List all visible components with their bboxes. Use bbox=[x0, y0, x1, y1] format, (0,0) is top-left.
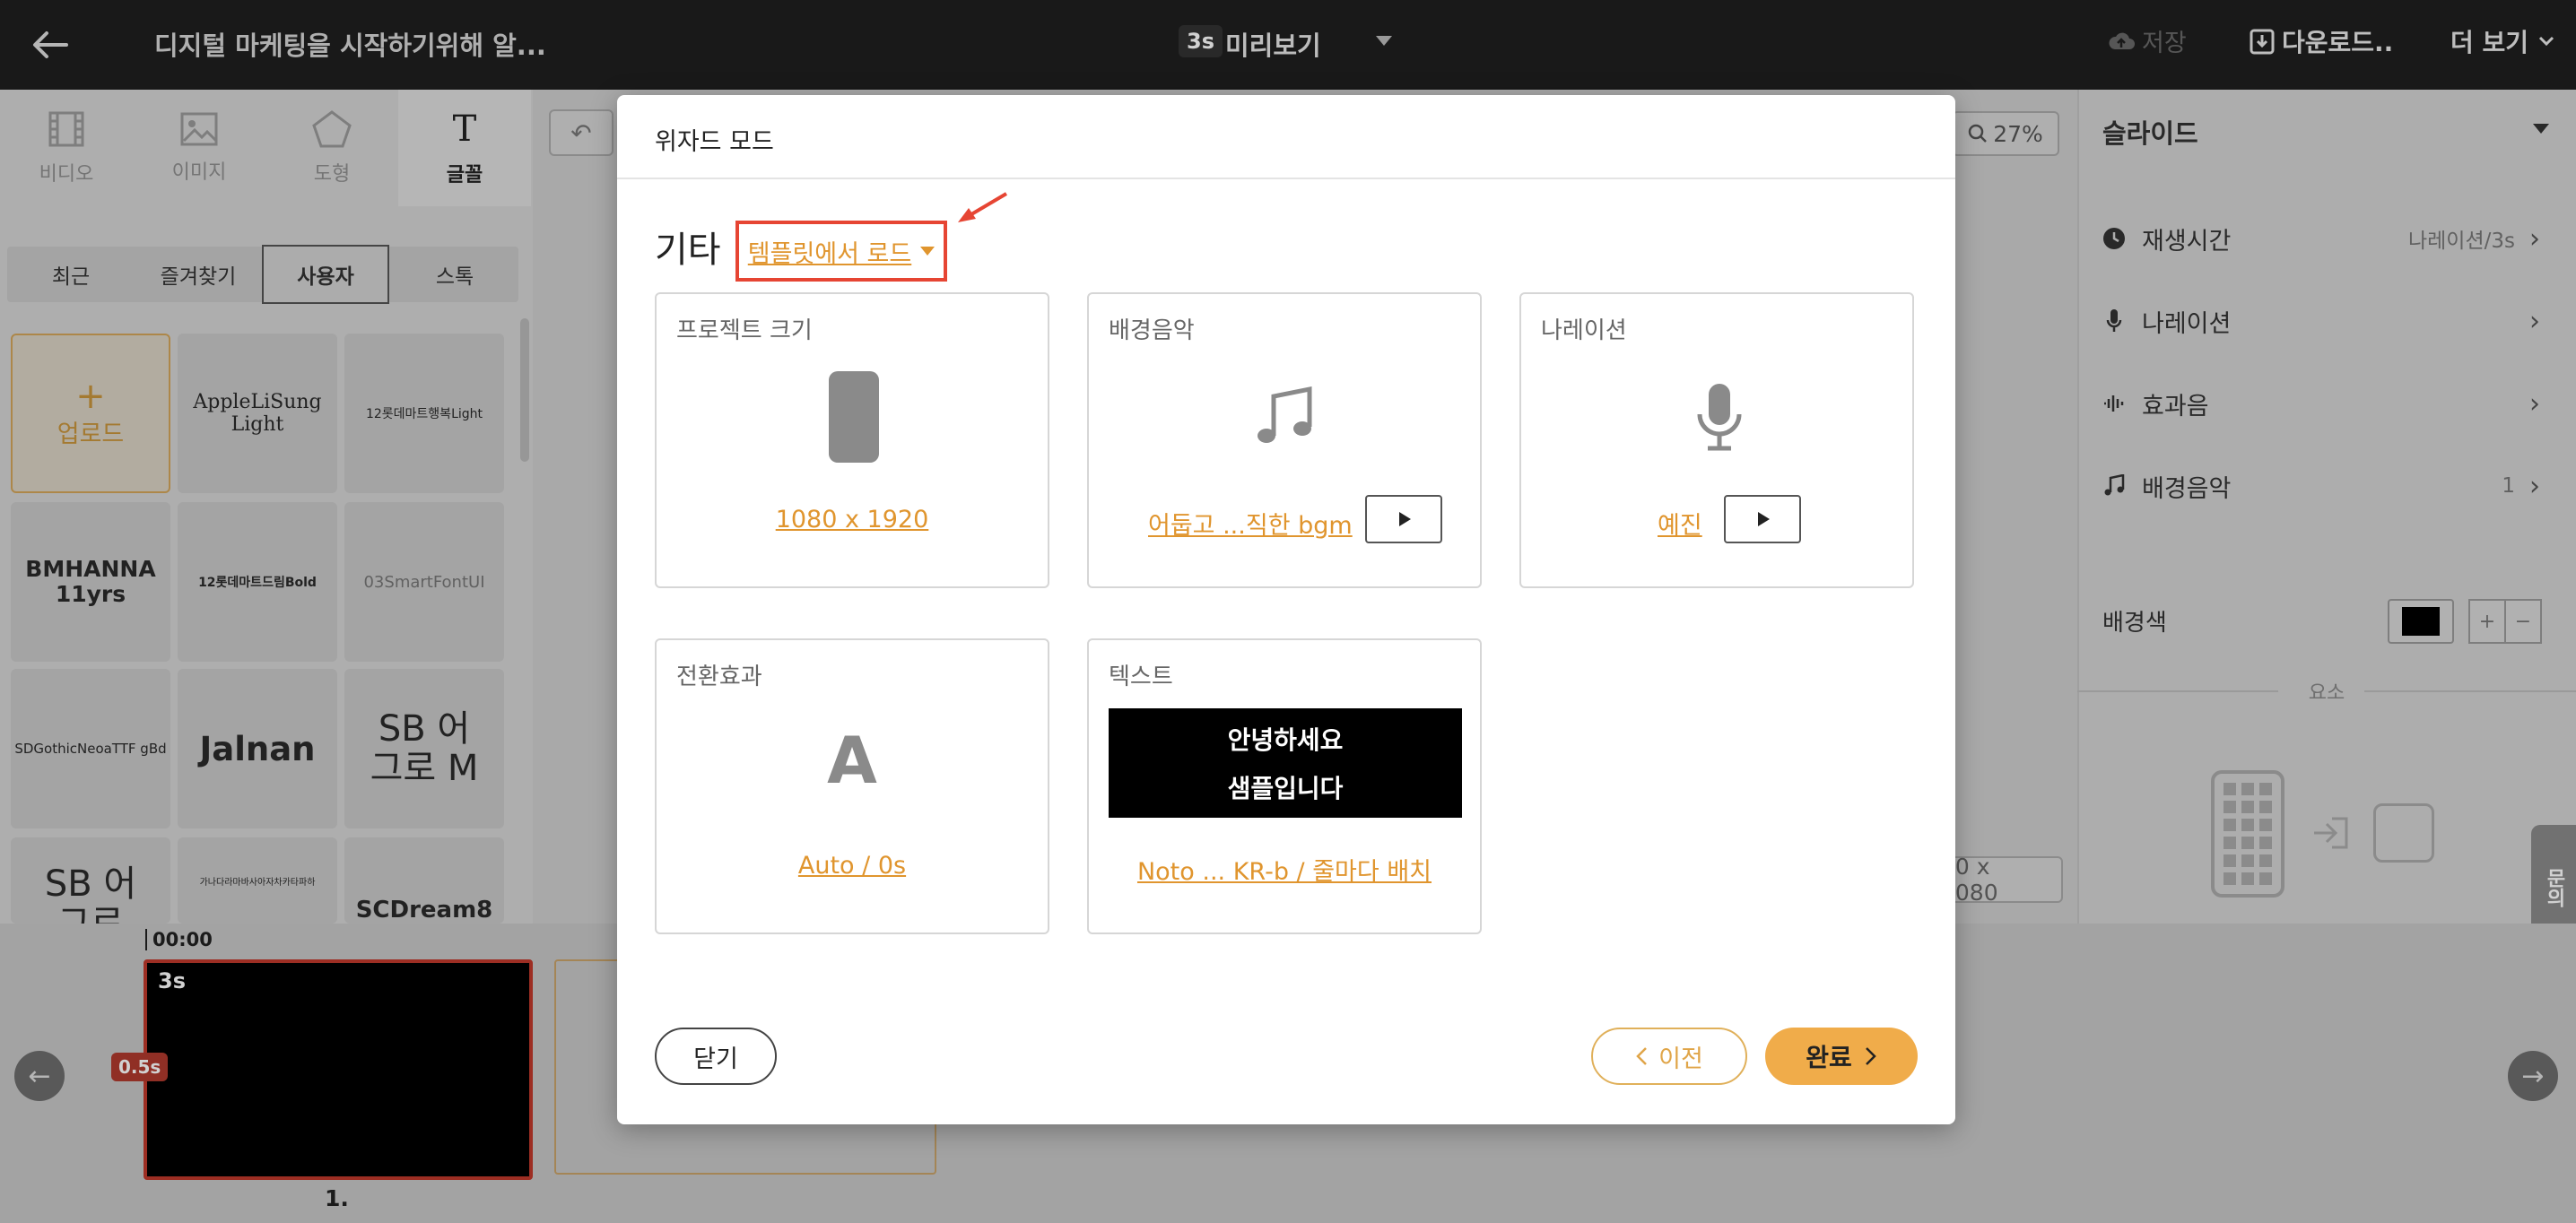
card-narration[interactable]: 나레이션 예진 bbox=[1519, 292, 1914, 588]
annotation-arrow-icon bbox=[954, 190, 1012, 230]
prev-label: 이전 bbox=[1658, 1045, 1703, 1073]
card-title: 프로젝트 크기 bbox=[676, 317, 813, 344]
chevron-left-icon bbox=[1636, 1047, 1648, 1065]
done-label: 완료 bbox=[1806, 1043, 1852, 1072]
play-icon bbox=[1758, 512, 1770, 526]
sample-line: 샘플입니다 bbox=[1227, 774, 1344, 803]
microphone-icon bbox=[1695, 382, 1744, 455]
modal-title: 위자드 모드 bbox=[655, 128, 774, 156]
divider bbox=[617, 178, 1955, 179]
card-bgm[interactable]: 배경음악 어둡고 ...직한 bgm bbox=[1087, 292, 1482, 588]
bgm-link[interactable]: 어둡고 ...직한 bgm bbox=[1148, 506, 1353, 541]
template-load-dropdown[interactable]: 템플릿에서 로드 bbox=[735, 221, 947, 282]
card-transition[interactable]: 전환효과 A Auto / 0s bbox=[655, 638, 1049, 934]
text-style-link[interactable]: Noto ... KR-b / 줄마다 배치 bbox=[1089, 852, 1480, 887]
card-title: 배경음악 bbox=[1109, 317, 1195, 344]
card-title: 전환효과 bbox=[676, 664, 762, 690]
sample-line: 안녕하세요 bbox=[1227, 725, 1344, 755]
card-project-size[interactable]: 프로젝트 크기 1080 x 1920 bbox=[655, 292, 1049, 588]
project-size-link[interactable]: 1080 x 1920 bbox=[657, 506, 1048, 533]
narration-link[interactable]: 예진 bbox=[1658, 506, 1702, 541]
play-button[interactable] bbox=[1365, 495, 1442, 543]
template-load-label: 템플릿에서 로드 bbox=[747, 239, 912, 268]
chevron-right-icon bbox=[1865, 1047, 1876, 1065]
portrait-icon bbox=[829, 371, 879, 463]
play-button[interactable] bbox=[1724, 495, 1801, 543]
text-sample-preview: 안녕하세요 샘플입니다 bbox=[1109, 708, 1462, 818]
music-note-icon bbox=[1254, 386, 1317, 452]
close-button[interactable]: 닫기 bbox=[655, 1028, 777, 1085]
section-label: 기타 bbox=[655, 230, 721, 271]
caret-down-icon bbox=[920, 247, 936, 256]
card-text[interactable]: 텍스트 안녕하세요 샘플입니다 Noto ... KR-b / 줄마다 배치 bbox=[1087, 638, 1482, 934]
card-title: 나레이션 bbox=[1541, 317, 1627, 344]
play-icon bbox=[1399, 512, 1411, 526]
transition-glyph: A bbox=[827, 723, 877, 798]
card-title: 텍스트 bbox=[1109, 664, 1173, 690]
done-button[interactable]: 완료 bbox=[1765, 1028, 1918, 1085]
transition-link[interactable]: Auto / 0s bbox=[657, 852, 1048, 880]
prev-button[interactable]: 이전 bbox=[1591, 1028, 1747, 1085]
